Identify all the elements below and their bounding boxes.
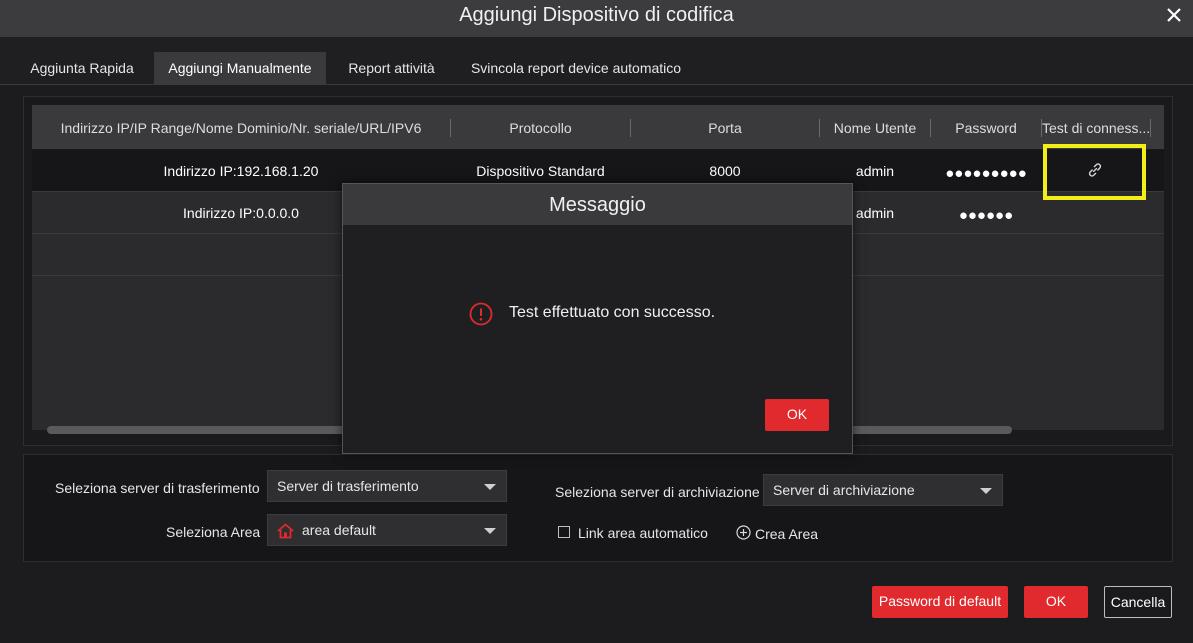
storage-server-select[interactable]: Server di archiviazione <box>763 474 1003 506</box>
warning-icon <box>469 302 493 326</box>
tab-svincola-report[interactable]: Svincola report device automatico <box>459 52 693 85</box>
title-bar: Aggiungi Dispositivo di codifica <box>0 0 1193 37</box>
column-header-address: Indirizzo IP/IP Range/Nome Dominio/Nr. s… <box>60 120 422 136</box>
chevron-down-icon <box>484 528 496 534</box>
link-icon[interactable] <box>1087 162 1103 178</box>
dialog-message: Test effettuato con successo. <box>509 304 716 321</box>
add-circle-icon[interactable] <box>736 525 751 540</box>
table-header: Indirizzo IP/IP Range/Nome Dominio/Nr. s… <box>32 105 1164 149</box>
cell-password: ●●●●●●●●● <box>945 165 1027 182</box>
transfer-server-select[interactable]: Server di trasferimento <box>267 470 507 502</box>
tab-aggiungi-manualmente[interactable]: Aggiungi Manualmente <box>154 52 326 85</box>
storage-server-label: Seleziona server di archiviazione <box>555 484 760 500</box>
tab-bar: Aggiunta Rapida Aggiungi Manualmente Rep… <box>0 37 1193 85</box>
tab-aggiunta-rapida[interactable]: Aggiunta Rapida <box>19 52 145 85</box>
transfer-server-label: Seleziona server di trasferimento <box>55 480 260 496</box>
area-value: area default <box>302 522 376 538</box>
storage-server-value: Server di archiviazione <box>773 482 915 498</box>
ok-button[interactable]: OK <box>1024 586 1088 618</box>
transfer-server-value: Server di trasferimento <box>277 478 419 494</box>
chevron-down-icon <box>484 484 496 490</box>
column-header-port: Porta <box>708 120 742 136</box>
column-header-protocol: Protocollo <box>509 120 572 136</box>
column-header-password: Password <box>955 120 1017 136</box>
column-divider <box>1150 119 1151 137</box>
settings-panel: Seleziona server di trasferimento Server… <box>23 454 1173 562</box>
window-title: Aggiungi Dispositivo di codifica <box>459 4 734 26</box>
create-area-link[interactable]: Crea Area <box>755 526 818 542</box>
dialog-title: Messaggio <box>343 184 852 225</box>
area-select[interactable]: area default <box>267 514 507 546</box>
home-icon <box>277 523 294 539</box>
dialog-ok-button[interactable]: OK <box>765 399 829 431</box>
auto-link-label: Link area automatico <box>578 525 708 541</box>
close-icon[interactable] <box>1163 4 1185 26</box>
cell-password: ●●●●●● <box>958 207 1014 224</box>
cancel-button[interactable]: Cancella <box>1104 586 1172 618</box>
message-dialog: Messaggio Test effettuato con successo. … <box>342 183 853 454</box>
auto-link-checkbox[interactable] <box>558 526 570 538</box>
area-label: Seleziona Area <box>166 524 261 540</box>
chevron-down-icon <box>980 488 992 494</box>
default-password-button[interactable]: Password di default <box>872 586 1008 618</box>
tab-report-attivita[interactable]: Report attività <box>336 52 447 85</box>
column-header-connection-test: Test di conness... <box>1042 120 1150 136</box>
column-header-username: Nome Utente <box>833 120 917 136</box>
